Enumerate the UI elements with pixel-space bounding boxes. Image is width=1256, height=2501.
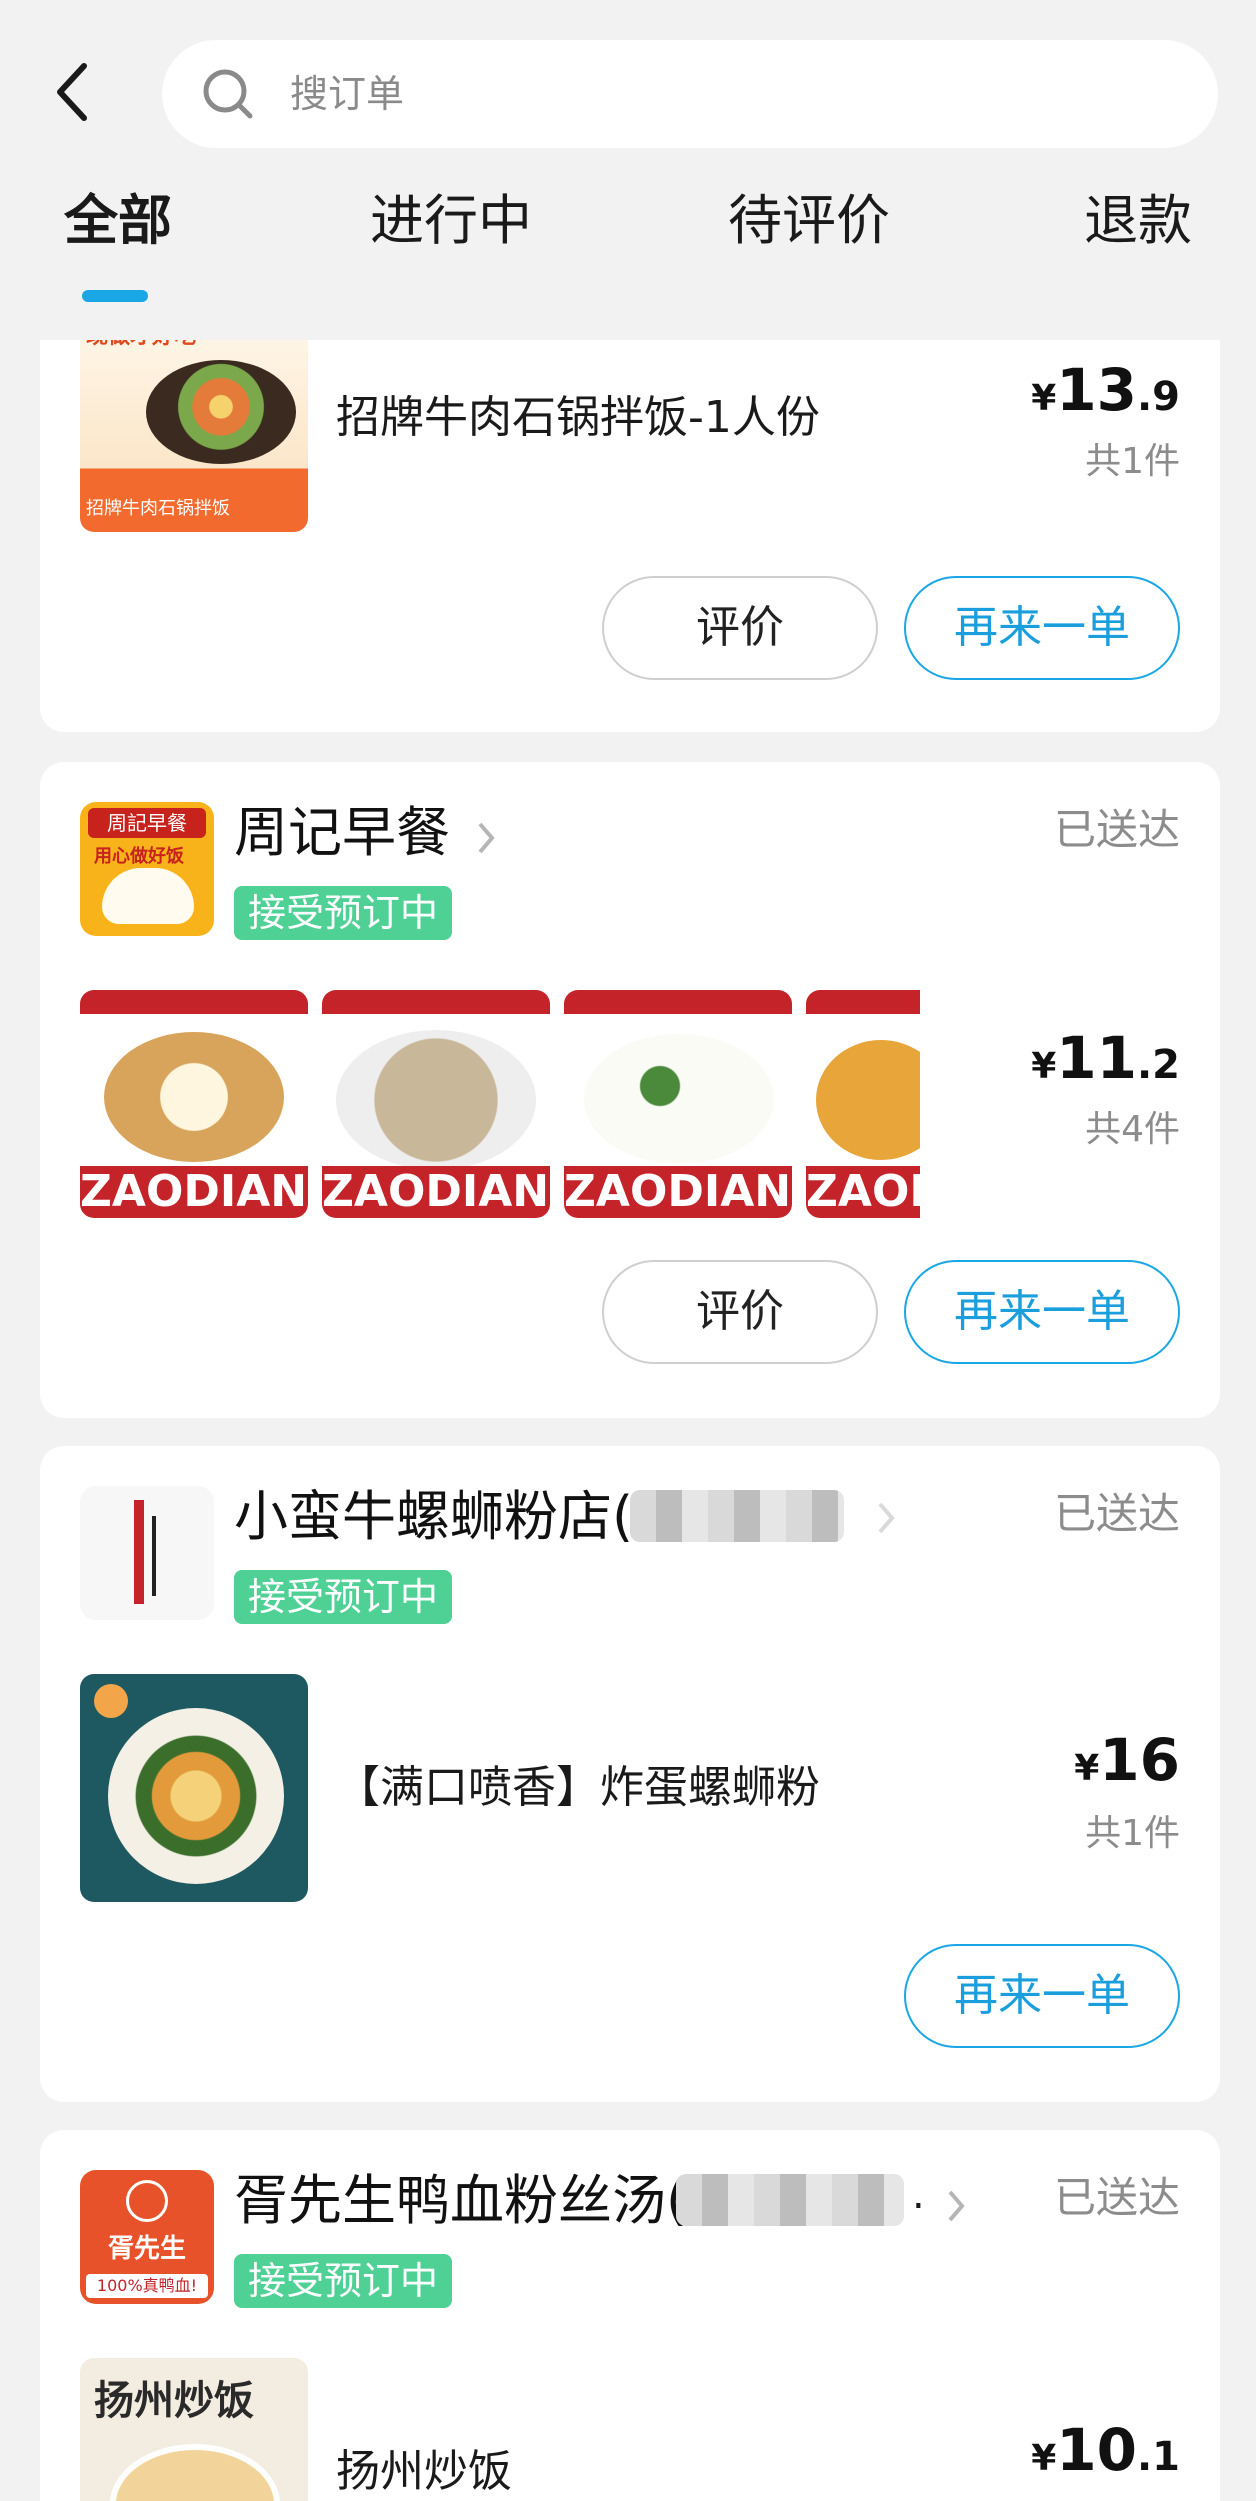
chevron-right-icon[interactable] bbox=[474, 818, 498, 858]
tab-refund[interactable]: 退款 bbox=[1084, 186, 1192, 256]
order-price: ¥11.2 bbox=[1031, 1024, 1180, 1092]
item-count: 共1件 bbox=[1085, 1813, 1180, 1854]
tab-all[interactable]: 全部 bbox=[64, 186, 172, 256]
shop-name[interactable]: 胥先生鸭血粉丝汤( bbox=[234, 2168, 687, 2234]
dish-image bbox=[108, 1708, 284, 1884]
rate-button[interactable]: 评价 bbox=[602, 1260, 878, 1364]
product-thumbnail[interactable]: 扬州炒饭 bbox=[80, 2358, 308, 2501]
order-status: 已送达 bbox=[1053, 1489, 1180, 1538]
preorder-badge: 接受预订中 bbox=[234, 1570, 453, 1624]
logo-bun bbox=[102, 868, 194, 924]
order-status: 已送达 bbox=[1053, 2173, 1180, 2222]
tab-in-progress[interactable]: 进行中 bbox=[370, 186, 532, 256]
logo-text: 胥先生 bbox=[107, 2234, 186, 2264]
logo-badge bbox=[94, 1684, 128, 1718]
search-icon bbox=[203, 69, 253, 119]
search-placeholder: 搜订单 bbox=[290, 72, 405, 116]
reorder-button[interactable]: 再来一单 bbox=[904, 1260, 1180, 1364]
item-count: 共4件 bbox=[1085, 1109, 1180, 1150]
chevron-right-icon[interactable] bbox=[874, 1498, 898, 1538]
rate-button[interactable]: 评价 bbox=[602, 576, 878, 680]
logo-mark bbox=[134, 1500, 144, 1604]
order-status: 已送达 bbox=[1053, 805, 1180, 854]
thumb-banner: ZAODIAN bbox=[80, 1166, 308, 1218]
shop-name[interactable]: 小蛮牛螺蛳粉店( bbox=[234, 1484, 633, 1550]
shop-name[interactable]: 周记早餐 bbox=[234, 800, 450, 866]
preorder-badge: 接受预订中 bbox=[234, 886, 453, 940]
order-price: ¥10.1 bbox=[1031, 2416, 1180, 2484]
logo-text: 用心做好饭 bbox=[94, 846, 184, 867]
redacted-text bbox=[676, 2174, 904, 2226]
dish-image bbox=[104, 1032, 284, 1162]
order-card[interactable]: 小蛮牛螺蛳粉店( 已送达 接受预订中 【满口喷香】炸蛋螺蛳粉 ¥16 共1件 再… bbox=[40, 1446, 1220, 2102]
top-bar: 搜订单 全部 进行中 待评价 退款 bbox=[0, 0, 1256, 340]
shop-logo[interactable] bbox=[80, 1486, 214, 1620]
thumb-banner: ZAODIAN bbox=[564, 1166, 792, 1218]
item-count: 共1件 bbox=[1085, 441, 1180, 482]
product-thumbnail[interactable]: ZAODIAN bbox=[322, 990, 550, 1218]
thumb-header bbox=[322, 990, 550, 1014]
product-thumbnail[interactable]: 现做才好吃 招牌牛肉石锅拌饭 bbox=[80, 320, 308, 532]
dish-image bbox=[584, 1034, 774, 1164]
tab-indicator bbox=[82, 290, 148, 302]
logo-text: 100%真鸭血! bbox=[86, 2274, 208, 2298]
product-name: 招牌牛肉石锅拌饭-1人份 bbox=[336, 392, 820, 443]
chevron-right-icon[interactable] bbox=[944, 2186, 968, 2226]
thumb-caption: 扬州炒饭 bbox=[94, 2378, 254, 2424]
back-arrow-icon[interactable] bbox=[52, 62, 92, 122]
reorder-button[interactable]: 再来一单 bbox=[904, 576, 1180, 680]
shop-logo[interactable]: 胥先生 100%真鸭血! bbox=[80, 2170, 214, 2304]
shop-logo[interactable]: 周記早餐 用心做好饭 bbox=[80, 802, 214, 936]
order-card[interactable]: 周記早餐 用心做好饭 周记早餐 已送达 接受预订中 ZAODIAN ZAODIA… bbox=[40, 762, 1220, 1418]
product-thumbnail[interactable]: ZAODIAN bbox=[564, 990, 792, 1218]
dish-image bbox=[816, 1040, 920, 1160]
product-thumbnail[interactable]: ZAODIAN bbox=[806, 990, 920, 1218]
product-thumbnail[interactable]: ZAODIAN bbox=[80, 990, 308, 1218]
product-thumbnail[interactable] bbox=[80, 1674, 308, 1902]
thumb-header bbox=[80, 990, 308, 1014]
logo-mark bbox=[152, 1516, 182, 1596]
thumb-header bbox=[806, 990, 920, 1014]
order-price: ¥13.9 bbox=[1031, 356, 1180, 424]
product-name: 扬州炒饭 bbox=[336, 2446, 512, 2497]
logo-mark bbox=[126, 2180, 168, 2222]
reorder-button[interactable]: 再来一单 bbox=[904, 1944, 1180, 2048]
preorder-badge: 接受预订中 bbox=[234, 2254, 453, 2308]
thumb-banner: ZAODIAN bbox=[806, 1166, 920, 1218]
thumb-banner: ZAODIAN bbox=[322, 1166, 550, 1218]
search-input[interactable]: 搜订单 bbox=[162, 40, 1218, 148]
thumb-header bbox=[564, 990, 792, 1014]
dish-image bbox=[146, 360, 296, 464]
thumb-caption: 招牌牛肉石锅拌饭 bbox=[86, 498, 230, 519]
logo-text: 周記早餐 bbox=[88, 808, 206, 838]
order-card[interactable]: 胥先生 100%真鸭血! 胥先生鸭血粉丝汤( . 已送达 接受预订中 扬州炒饭 … bbox=[40, 2130, 1220, 2501]
redacted-text bbox=[630, 1490, 844, 1542]
order-price: ¥16 bbox=[1074, 1726, 1180, 1794]
dish-image bbox=[110, 2444, 280, 2501]
shop-name-ellipsis: . bbox=[912, 2172, 925, 2218]
product-name: 【满口喷香】炸蛋螺蛳粉 bbox=[336, 1762, 820, 1813]
tab-to-review[interactable]: 待评价 bbox=[728, 186, 890, 256]
dish-image bbox=[336, 1030, 536, 1170]
